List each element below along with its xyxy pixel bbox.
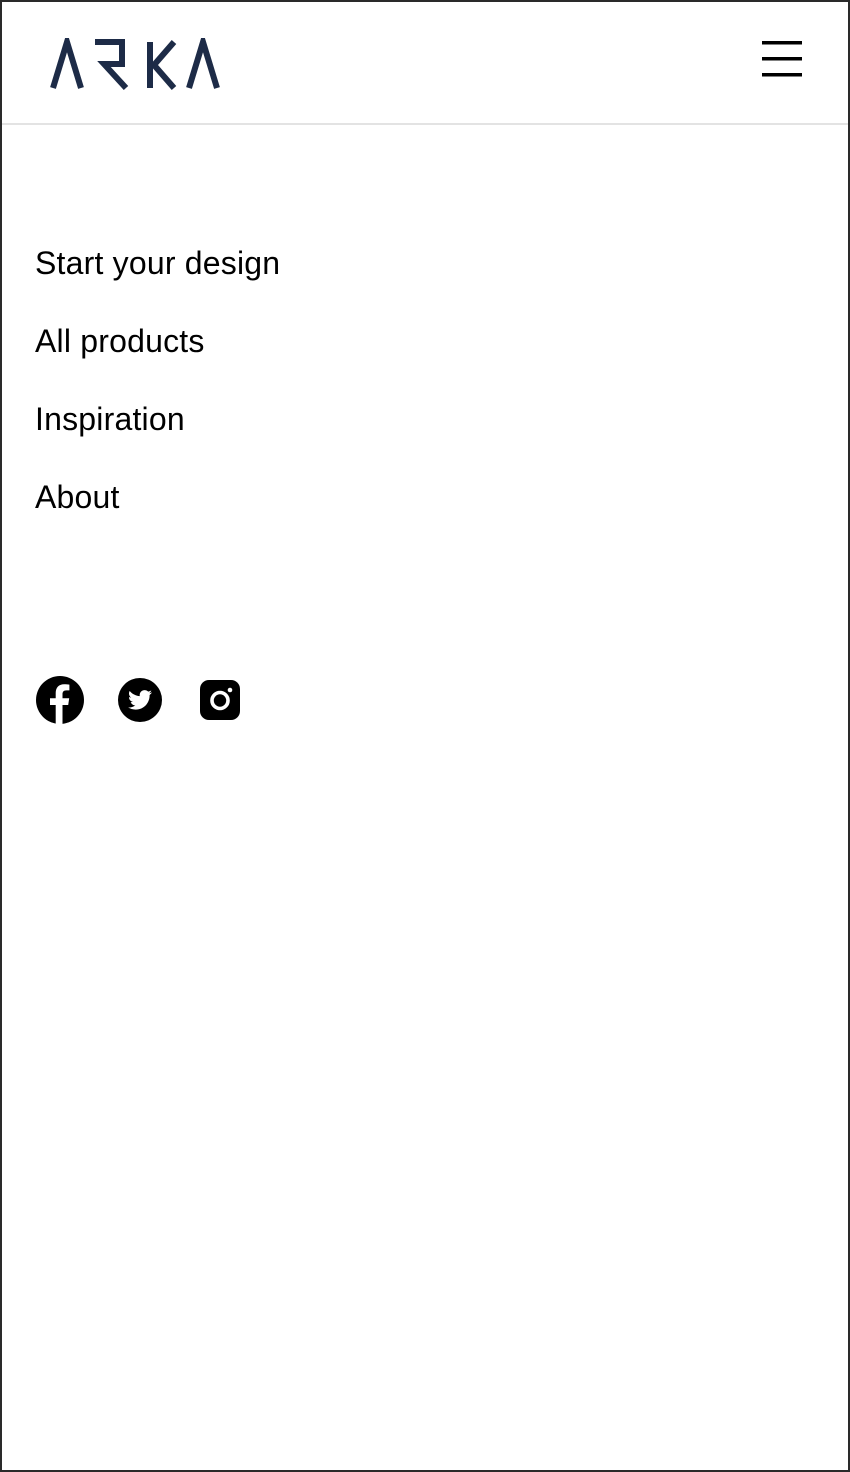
nav-link-start-your-design[interactable]: Start your design [35,247,280,279]
arka-logo[interactable] [50,38,224,90]
main-nav: Start your design All products Inspirati… [35,224,280,536]
arka-logo-mark [50,38,220,90]
nav-link-about[interactable]: About [35,481,120,513]
nav-item-about: About [35,458,280,536]
instagram-icon[interactable] [195,675,245,725]
nav-link-inspiration[interactable]: Inspiration [35,403,185,435]
social-links [35,675,275,725]
nav-link-all-products[interactable]: All products [35,325,205,357]
nav-item-inspiration: Inspiration [35,380,280,458]
facebook-icon[interactable] [35,675,85,725]
menu-button[interactable] [754,36,806,84]
nav-item-start-your-design: Start your design [35,224,280,302]
nav-item-all-products: All products [35,302,280,380]
twitter-icon[interactable] [115,675,165,725]
page: Start your design All products Inspirati… [0,0,850,1472]
site-header [2,2,848,125]
hamburger-menu-icon [762,41,802,77]
